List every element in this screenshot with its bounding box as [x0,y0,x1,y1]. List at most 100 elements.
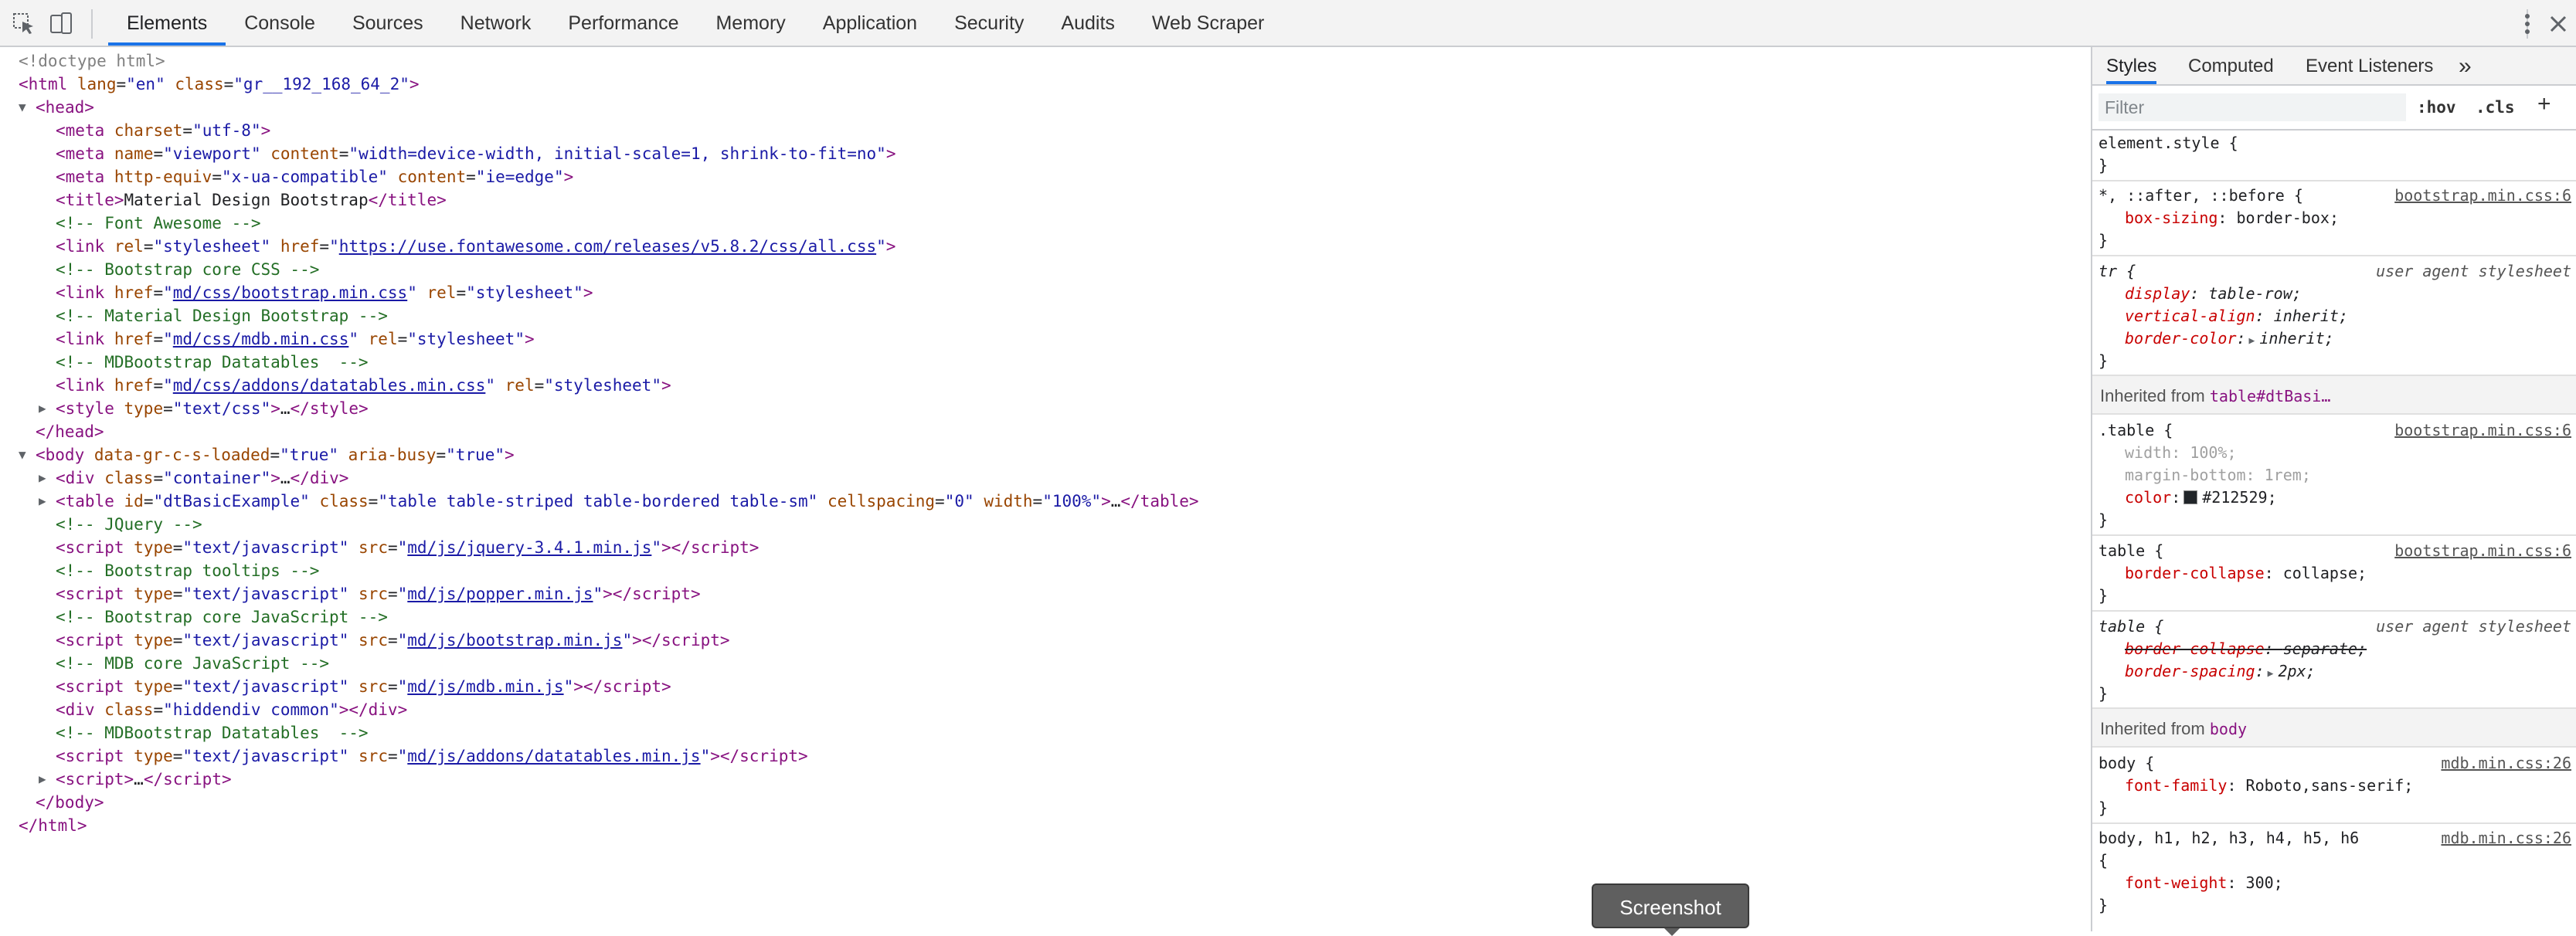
tab-memory[interactable]: Memory [697,0,804,46]
tab-application[interactable]: Application [804,0,936,46]
script-src-link[interactable]: md/js/mdb.min.js [407,677,563,696]
dom-line-comment[interactable]: <!-- Bootstrap core CSS --> [56,257,319,282]
dom-line-script[interactable]: <script type="text/javascript" src="md/j… [56,628,730,653]
dom-line-meta-charset[interactable]: <meta charset="utf-8"> [56,118,270,143]
expanded-triangle-icon[interactable]: ▼ [19,95,26,120]
dom-line-html[interactable]: <html lang="en" class="gr__192_168_64_2"… [19,72,420,97]
dom-line-script[interactable]: <script type="text/javascript" src="md/j… [56,744,808,768]
dom-line-comment[interactable]: <!-- Bootstrap tooltips --> [56,558,319,583]
prop-name: border-collapse [2125,639,2265,658]
style-declaration[interactable]: border-collapse: collapse; [2125,562,2573,585]
comment-text: <!-- Font Awesome --> [56,214,261,232]
more-options-icon[interactable] [2516,11,2539,37]
rule-selector[interactable]: body, h1, h2, h3, h4, h5, h6 [2099,827,2408,850]
tab-audits[interactable]: Audits [1042,0,1133,46]
tab-network[interactable]: Network [442,0,550,46]
rule-selector[interactable]: element.style { [2099,132,2576,154]
tab-computed[interactable]: Computed [2188,47,2274,84]
link-href[interactable]: md/css/bootstrap.min.css [173,283,407,302]
collapsed-triangle-icon[interactable]: ▶ [39,396,46,421]
dom-line-title[interactable]: <title>Material Design Bootstrap</title> [56,188,447,212]
expanded-triangle-icon[interactable]: ▼ [19,443,26,467]
expand-triangle-icon[interactable]: ▶ [2265,668,2279,680]
dom-line-comment[interactable]: <!-- Material Design Bootstrap --> [56,304,388,328]
dom-line-table[interactable]: <table id="dtBasicExample" class="table … [56,489,1199,514]
script-src-link[interactable]: md/js/bootstrap.min.js [407,631,622,649]
link-href[interactable]: md/css/addons/datatables.min.css [173,376,486,395]
styles-filter-input[interactable] [2099,93,2406,121]
inspect-element-icon[interactable] [11,11,37,37]
expand-triangle-icon[interactable]: ▶ [2246,335,2260,347]
rule-source-link[interactable]: bootstrap.min.css:6 [2394,540,2571,562]
add-rule-icon[interactable]: + [2537,92,2551,117]
style-declaration[interactable]: color: #212529; [2125,487,2573,509]
dom-line-doctype[interactable]: <!doctype html> [19,49,165,73]
dom-line-link[interactable]: <link href="md/css/bootstrap.min.css" re… [56,280,593,305]
link-href[interactable]: md/css/mdb.min.css [173,330,349,348]
dom-line-body[interactable]: <body data-gr-c-s-loaded="true" aria-bus… [36,443,515,467]
dom-line-script[interactable]: <script type="text/javascript" src="md/j… [56,535,759,560]
dom-line-comment[interactable]: <!-- JQuery --> [56,512,202,537]
link-href[interactable]: https://use.fontawesome.com/releases/v5.… [339,237,876,256]
tab-styles[interactable]: Styles [2106,47,2157,84]
rule-close-brace: } [2099,351,2109,370]
rule-source-link[interactable]: mdb.min.css:26 [2441,827,2571,850]
style-declaration[interactable]: border-spacing: ▶ 2px; [2125,660,2573,683]
dom-line-link[interactable]: <link href="md/css/mdb.min.css" rel="sty… [56,327,535,351]
hov-button[interactable]: :hov [2417,95,2456,120]
style-declaration[interactable]: width: 100%; [2125,442,2573,464]
cls-button[interactable]: .cls [2476,95,2515,120]
dom-line-div[interactable]: <div class="hiddendiv common"></div> [56,697,407,722]
close-icon[interactable] [2545,11,2571,37]
script-src-link[interactable]: md/js/addons/datatables.min.js [407,747,700,765]
dom-line-meta-compat[interactable]: <meta http-equiv="x-ua-compatible" conte… [56,164,573,189]
tab-elements[interactable]: Elements [108,0,226,46]
script-src-link[interactable]: md/js/popper.min.js [407,585,593,603]
rule-source-link[interactable]: bootstrap.min.css:6 [2394,419,2571,442]
style-declaration[interactable]: display: table-row; [2125,283,2573,305]
dom-line-html-close[interactable]: </html> [19,813,87,838]
device-toolbar-icon[interactable] [48,11,74,37]
tab-web-scraper[interactable]: Web Scraper [1133,0,1283,46]
dom-line-body-close[interactable]: </body> [36,790,104,815]
tab-event-listeners[interactable]: Event Listeners [2306,47,2433,84]
dom-line-meta-viewport[interactable]: <meta name="viewport" content="width=dev… [56,141,895,166]
rule-source-link[interactable]: bootstrap.min.css:6 [2394,185,2571,207]
dom-line-head[interactable]: <head> [36,95,94,120]
dom-line-script[interactable]: <script type="text/javascript" src="md/j… [56,582,701,606]
dom-line-comment[interactable]: <!-- MDBootstrap Datatables --> [56,721,369,745]
tab-console[interactable]: Console [226,0,334,46]
dom-line-comment[interactable]: <!-- Bootstrap core JavaScript --> [56,605,388,629]
dom-line-link[interactable]: <link rel="stylesheet" href="https://use… [56,234,895,259]
inherited-element-link[interactable]: table#dtBasi… [2210,387,2331,405]
more-tabs-icon[interactable]: » [2459,47,2472,84]
comment-text: <!-- Bootstrap core CSS --> [56,260,320,279]
style-declaration[interactable]: margin-bottom: 1rem; [2125,464,2573,487]
collapsed-triangle-icon[interactable]: ▶ [39,466,46,490]
script-src-link[interactable]: md/js/jquery-3.4.1.min.js [407,538,651,557]
dom-line-head-close[interactable]: </head> [36,419,104,444]
tab-sources[interactable]: Sources [334,0,442,46]
dom-line-link[interactable]: <link href="md/css/addons/datatables.min… [56,373,671,398]
tab-performance[interactable]: Performance [549,0,697,46]
style-declaration[interactable]: font-family: Roboto,sans-serif; [2125,775,2573,797]
style-declaration[interactable]: font-weight: 300; [2125,872,2573,894]
prop-value: border-box [2236,209,2330,227]
dom-line-div[interactable]: <div class="container">…</div> [56,466,348,490]
style-declaration[interactable]: vertical-align: inherit; [2125,305,2573,327]
dom-line-script[interactable]: <script type="text/javascript" src="md/j… [56,674,671,699]
dom-line-comment[interactable]: <!-- MDB core JavaScript --> [56,651,329,676]
dom-line-style[interactable]: <style type="text/css">…</style> [56,396,369,421]
tab-security[interactable]: Security [936,0,1042,46]
dom-line-comment[interactable]: <!-- MDBootstrap Datatables --> [56,350,369,375]
inherited-element-link[interactable]: body [2210,720,2247,738]
style-declaration[interactable]: border-color: ▶ inherit; [2125,327,2573,350]
style-declaration[interactable]: box-sizing: border-box; [2125,207,2573,229]
rule-source-link[interactable]: mdb.min.css:26 [2441,752,2571,775]
dom-line-comment[interactable]: <!-- Font Awesome --> [56,211,261,236]
collapsed-triangle-icon[interactable]: ▶ [39,767,46,792]
dom-line-script-collapsed[interactable]: <script>…</script> [56,767,232,792]
color-swatch[interactable] [2183,490,2198,504]
overridden-declaration[interactable]: border-collapse: separate; [2125,638,2573,660]
collapsed-triangle-icon[interactable]: ▶ [39,489,46,514]
